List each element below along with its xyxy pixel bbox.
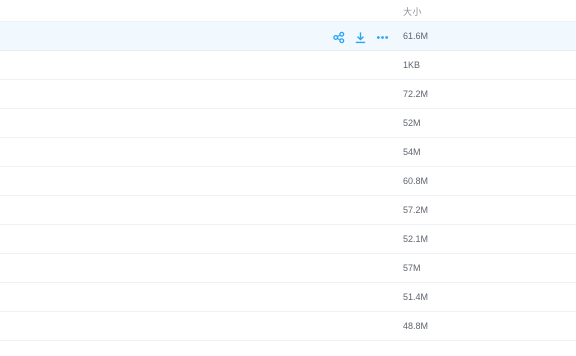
size-cell: 57M (403, 263, 421, 273)
download-button[interactable] (353, 30, 367, 44)
size-cell: 72.2M (403, 89, 429, 99)
table-row[interactable]: 57M (0, 254, 576, 283)
more-button[interactable] (375, 30, 389, 44)
table-row[interactable]: 57.2M (0, 196, 576, 225)
download-icon (355, 31, 365, 43)
size-cell: 60.8M (403, 176, 429, 186)
table-row[interactable]: 48.8M (0, 312, 576, 341)
size-cell: 52.1M (403, 234, 429, 244)
table-header: 大小 (0, 0, 576, 22)
size-cell: 57.2M (403, 205, 429, 215)
table-row[interactable]: 61.6M (0, 22, 576, 51)
table-row[interactable]: 52.1M (0, 225, 576, 254)
table-row[interactable]: 1KB (0, 51, 576, 80)
share-icon (332, 31, 344, 43)
column-header-size[interactable]: 大小 (403, 5, 422, 18)
share-button[interactable] (331, 30, 345, 44)
table-row[interactable]: 52M (0, 109, 576, 138)
table-row[interactable]: 54M (0, 138, 576, 167)
table-row[interactable]: 60.8M (0, 167, 576, 196)
size-cell: 48.8M (403, 321, 429, 331)
size-cell: 51.4M (403, 292, 429, 302)
file-table: 大小 61.6M 1KB 72.2M 52M 54M 60.8M 57.2M 5… (0, 0, 576, 356)
size-cell: 1KB (403, 60, 421, 70)
size-cell: 54M (403, 147, 421, 157)
row-actions (331, 30, 389, 44)
table-row[interactable]: 51.4M (0, 283, 576, 312)
table-row[interactable]: 72.2M (0, 80, 576, 109)
size-cell: 52M (403, 118, 421, 128)
table-body: 61.6M 1KB 72.2M 52M 54M 60.8M 57.2M 52.1… (0, 22, 576, 341)
more-icon (376, 35, 388, 39)
size-cell: 61.6M (403, 31, 429, 41)
